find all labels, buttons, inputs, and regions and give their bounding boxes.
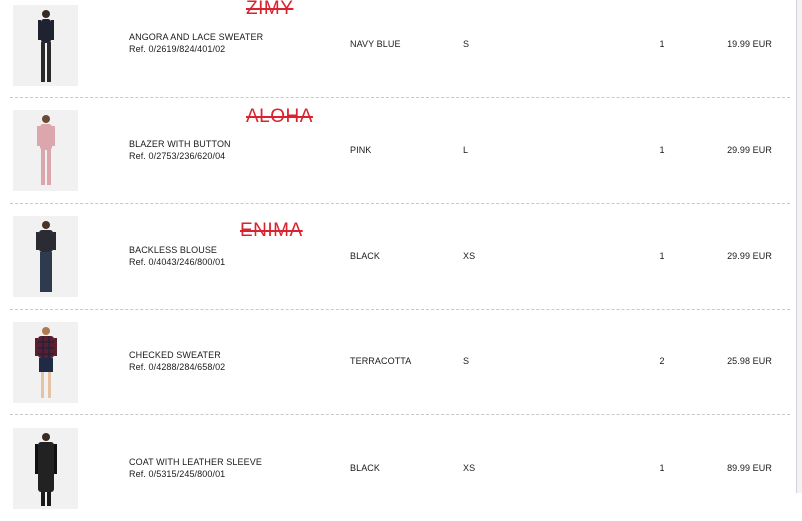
table-row: BACKLESS BLOUSE Ref. 0/4043/246/800/01 B… <box>0 204 796 310</box>
table-row: ANGORA AND LACE SWEATER Ref. 0/2619/824/… <box>0 0 796 98</box>
product-name: COAT WITH LEATHER SLEEVE <box>129 457 262 467</box>
product-size: XS <box>463 251 476 261</box>
product-ref: Ref. 0/5315/245/800/01 <box>129 469 226 479</box>
product-image[interactable] <box>13 216 78 297</box>
product-color: BLACK <box>350 251 381 261</box>
table-row: COAT WITH LEATHER SLEEVE Ref. 0/5315/245… <box>0 415 796 521</box>
product-name: CHECKED SWEATER <box>129 350 221 360</box>
product-name: BLAZER WITH BUTTON <box>129 139 231 149</box>
product-size: S <box>463 39 470 49</box>
product-quantity: 1 <box>659 463 665 473</box>
product-price: 29.99 EUR <box>727 145 772 155</box>
handwritten-stamp: ZIMY <box>246 0 294 19</box>
product-ref: Ref. 0/4288/284/658/02 <box>129 362 226 372</box>
product-ref: Ref. 0/2619/824/401/02 <box>129 44 226 54</box>
product-color: NAVY BLUE <box>350 39 401 49</box>
product-ref: Ref. 0/2753/236/620/04 <box>129 151 226 161</box>
handwritten-stamp: ALOHA <box>246 106 313 127</box>
product-price: 89.99 EUR <box>727 463 772 473</box>
product-size: XS <box>463 463 476 473</box>
product-size: L <box>463 145 469 155</box>
product-image[interactable] <box>13 428 78 509</box>
product-image[interactable] <box>13 5 78 86</box>
product-color: PINK <box>350 145 372 155</box>
product-color: TERRACOTTA <box>350 356 412 366</box>
product-price: 29.99 EUR <box>727 251 772 261</box>
product-quantity: 1 <box>659 251 665 261</box>
product-size: S <box>463 356 470 366</box>
product-image[interactable] <box>13 322 78 403</box>
scrollbar[interactable] <box>797 0 802 493</box>
product-image[interactable] <box>13 110 78 191</box>
product-quantity: 1 <box>659 145 665 155</box>
product-price: 19.99 EUR <box>727 39 772 49</box>
product-quantity: 1 <box>659 39 665 49</box>
order-items-panel: ANGORA AND LACE SWEATER Ref. 0/2619/824/… <box>0 0 797 509</box>
product-price: 25.98 EUR <box>727 356 772 366</box>
table-row: BLAZER WITH BUTTON Ref. 0/2753/236/620/0… <box>0 98 796 204</box>
handwritten-stamp: ENIMA <box>240 220 303 241</box>
product-quantity: 2 <box>659 356 665 366</box>
product-name: BACKLESS BLOUSE <box>129 245 218 255</box>
table-row: CHECKED SWEATER Ref. 0/4288/284/658/02 T… <box>0 310 796 416</box>
product-color: BLACK <box>350 463 381 473</box>
product-ref: Ref. 0/4043/246/800/01 <box>129 257 226 267</box>
product-name: ANGORA AND LACE SWEATER <box>129 32 264 42</box>
